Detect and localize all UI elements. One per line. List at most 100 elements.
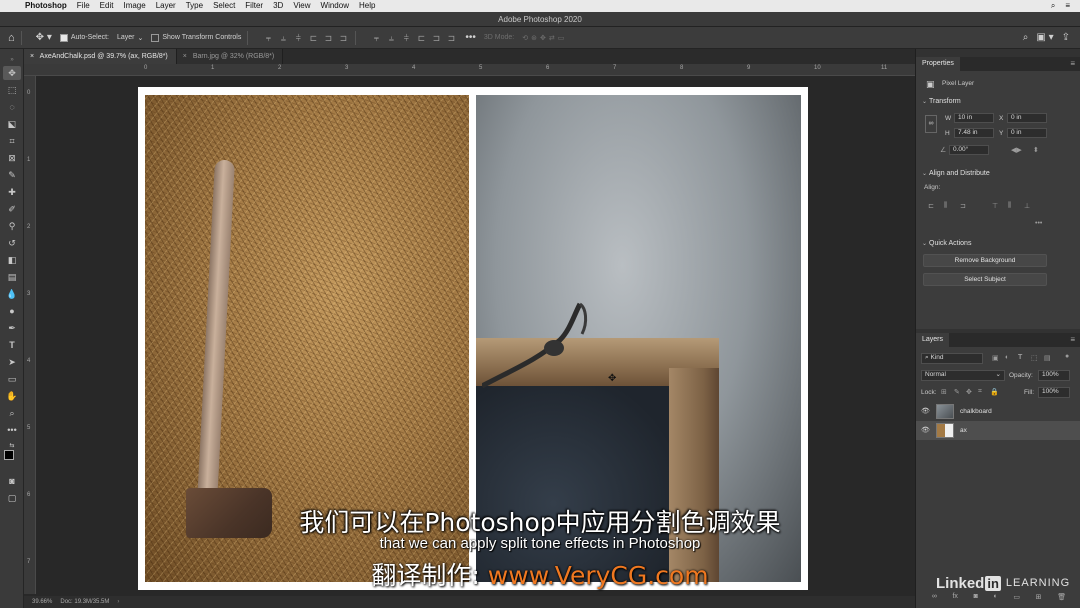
zoom-tool-icon[interactable]: ⌕ bbox=[3, 406, 21, 420]
filter-pixel-icon[interactable]: ▣ bbox=[992, 354, 999, 362]
home-icon[interactable]: ⌂ bbox=[8, 32, 15, 44]
menu-image[interactable]: Image bbox=[118, 0, 150, 12]
align-vcenter-icon[interactable]: ⫨ bbox=[277, 33, 289, 43]
checkbox-unchecked-icon[interactable] bbox=[151, 33, 160, 42]
distribute-hcenter-icon[interactable]: ⊐ bbox=[430, 33, 442, 43]
pen-tool-icon[interactable]: ✒ bbox=[3, 321, 21, 335]
crop-tool-icon[interactable]: ⌗ bbox=[3, 134, 21, 148]
spotlight-search-icon[interactable]: ⌕ bbox=[1051, 1, 1055, 11]
status-menu-icon[interactable]: › bbox=[117, 599, 119, 605]
search-icon[interactable]: ⌕ bbox=[1023, 32, 1029, 43]
3d-scale-icon[interactable]: ▭ bbox=[558, 34, 565, 42]
distribute-top-icon[interactable]: ⫧ bbox=[370, 33, 382, 43]
lock-all-icon[interactable]: 🔒 bbox=[990, 388, 999, 396]
layer-style-icon[interactable]: fx bbox=[952, 593, 957, 601]
opacity-field[interactable]: 100% bbox=[1038, 370, 1070, 381]
checkbox-checked-icon[interactable] bbox=[59, 33, 68, 42]
3d-slide-icon[interactable]: ⇄ bbox=[549, 34, 555, 42]
menu-layer[interactable]: Layer bbox=[151, 0, 181, 12]
distribute-bottom-icon[interactable]: ⫩ bbox=[400, 33, 412, 43]
filter-type-icon[interactable]: T bbox=[1018, 354, 1022, 361]
link-layers-icon[interactable]: ∞ bbox=[932, 593, 937, 601]
auto-select-checkbox[interactable]: Auto-Select: bbox=[59, 33, 109, 42]
align-right-edges-icon[interactable]: ⊐ bbox=[960, 202, 966, 210]
layers-tab-label[interactable]: Layers bbox=[916, 333, 950, 347]
menu-select[interactable]: Select bbox=[208, 0, 240, 12]
properties-tab-label[interactable]: Properties bbox=[916, 57, 960, 71]
layer-name[interactable]: chalkboard bbox=[960, 408, 992, 415]
auto-select-dropdown[interactable]: Layer ⌄ bbox=[117, 34, 143, 42]
tab-barn[interactable]: × Barn.jpg @ 32% (RGB/8*) bbox=[176, 49, 284, 64]
toolbox-collapse-icon[interactable]: » bbox=[3, 53, 21, 67]
edit-toolbar-icon[interactable]: ••• bbox=[3, 423, 21, 437]
lock-image-icon[interactable]: ✎ bbox=[954, 388, 960, 396]
y-field[interactable]: 0 in bbox=[1007, 128, 1047, 138]
align-horizontal-centers-icon[interactable]: ⫼ bbox=[944, 202, 947, 210]
link-dimensions-icon[interactable]: ∞ bbox=[925, 115, 937, 133]
align-bottom-edges-icon[interactable]: ⊥ bbox=[1024, 202, 1030, 210]
align-left-icon[interactable]: ⊏ bbox=[307, 33, 319, 43]
path-selection-tool-icon[interactable]: ➤ bbox=[3, 355, 21, 369]
close-tab-icon[interactable]: × bbox=[30, 53, 34, 60]
gradient-tool-icon[interactable]: ▤ bbox=[3, 270, 21, 284]
frame-tool-icon[interactable]: ⊠ bbox=[3, 151, 21, 165]
horizontal-ruler[interactable]: 0 1 2 3 4 5 6 7 8 9 10 11 bbox=[24, 64, 915, 76]
filter-adjustment-icon[interactable]: ◐ bbox=[1005, 354, 1009, 361]
layer-row-chalkboard[interactable]: 👁 chalkboard bbox=[916, 402, 1080, 421]
blur-tool-icon[interactable]: 💧 bbox=[3, 287, 21, 301]
tab-axeandchalk[interactable]: × AxeAndChalk.psd @ 39.7% (ax, RGB/8*) bbox=[24, 49, 177, 64]
more-align-options-icon[interactable]: ••• bbox=[1035, 220, 1042, 227]
layer-filter-kind-dropdown[interactable]: ⌕ Kind bbox=[921, 353, 983, 364]
type-tool-icon[interactable]: T bbox=[3, 338, 21, 352]
menu-3d[interactable]: 3D bbox=[268, 0, 288, 12]
lasso-tool-icon[interactable]: ◌ bbox=[3, 100, 21, 114]
height-field[interactable]: 7.48 in bbox=[954, 128, 994, 138]
healing-brush-tool-icon[interactable]: ✚ bbox=[3, 185, 21, 199]
eyedropper-tool-icon[interactable]: ✎ bbox=[3, 168, 21, 182]
layer-mask-icon[interactable]: ◙ bbox=[974, 593, 978, 601]
select-subject-button[interactable]: Select Subject bbox=[923, 273, 1047, 286]
show-transform-controls-checkbox[interactable]: Show Transform Controls bbox=[151, 33, 241, 42]
3d-roll-icon[interactable]: ⊛ bbox=[531, 34, 537, 42]
move-tool-icon[interactable]: ✥ bbox=[3, 66, 21, 80]
clone-stamp-tool-icon[interactable]: ⚲ bbox=[3, 219, 21, 233]
align-vertical-centers-icon[interactable]: ⫼ bbox=[1008, 202, 1011, 210]
marquee-tool-icon[interactable]: ⬚ bbox=[3, 83, 21, 97]
rectangle-tool-icon[interactable]: ▭ bbox=[3, 372, 21, 386]
blend-mode-dropdown[interactable]: Normal ⌄ bbox=[921, 370, 1005, 381]
layer-name[interactable]: ax bbox=[960, 427, 967, 434]
distribute-left-icon[interactable]: ⊏ bbox=[415, 33, 427, 43]
menu-app[interactable]: Photoshop bbox=[20, 0, 72, 12]
eraser-tool-icon[interactable]: ◧ bbox=[3, 253, 21, 267]
workspace-icon[interactable]: ▣ ▾ bbox=[1036, 32, 1053, 43]
lock-transparent-icon[interactable]: ⊞ bbox=[941, 388, 947, 396]
quick-mask-icon[interactable]: ◙ bbox=[3, 474, 21, 488]
doc-size[interactable]: Doc: 19.3M/35.5M bbox=[60, 599, 109, 605]
x-field[interactable]: 0 in bbox=[1007, 113, 1047, 123]
menu-help[interactable]: Help bbox=[354, 0, 380, 12]
notification-center-icon[interactable]: ≡ bbox=[1065, 1, 1070, 11]
visibility-eye-icon[interactable]: 👁 bbox=[921, 426, 930, 434]
menu-view[interactable]: View bbox=[288, 0, 315, 12]
share-icon[interactable]: ⇪ bbox=[1062, 32, 1070, 43]
layer-row-ax[interactable]: 👁 ax bbox=[916, 421, 1080, 440]
properties-panel-tab[interactable]: Properties ≡ bbox=[916, 57, 1080, 71]
panel-menu-icon[interactable]: ≡ bbox=[1070, 333, 1075, 347]
fill-field[interactable]: 100% bbox=[1038, 387, 1070, 398]
align-bottom-icon[interactable]: ⫩ bbox=[292, 33, 304, 43]
flip-horizontal-icon[interactable]: ◀▶ bbox=[1011, 146, 1022, 154]
close-tab-icon[interactable]: × bbox=[183, 53, 187, 60]
quick-actions-section-header[interactable]: ⌄ Quick Actions bbox=[922, 240, 971, 247]
brush-tool-icon[interactable]: ✐ bbox=[3, 202, 21, 216]
width-field[interactable]: 10 in bbox=[954, 113, 994, 123]
new-group-icon[interactable]: ▭ bbox=[1013, 593, 1020, 601]
remove-background-button[interactable]: Remove Background bbox=[923, 254, 1047, 267]
menu-filter[interactable]: Filter bbox=[240, 0, 268, 12]
align-distribute-section-header[interactable]: ⌄ Align and Distribute bbox=[922, 170, 990, 177]
history-brush-tool-icon[interactable]: ↺ bbox=[3, 236, 21, 250]
menu-window[interactable]: Window bbox=[316, 0, 354, 12]
filter-shape-icon[interactable]: ⬚ bbox=[1031, 354, 1038, 362]
hand-tool-icon[interactable]: ✋ bbox=[3, 389, 21, 403]
align-top-edges-icon[interactable]: ⊤ bbox=[992, 202, 998, 210]
3d-pan-icon[interactable]: ✥ bbox=[540, 34, 546, 42]
